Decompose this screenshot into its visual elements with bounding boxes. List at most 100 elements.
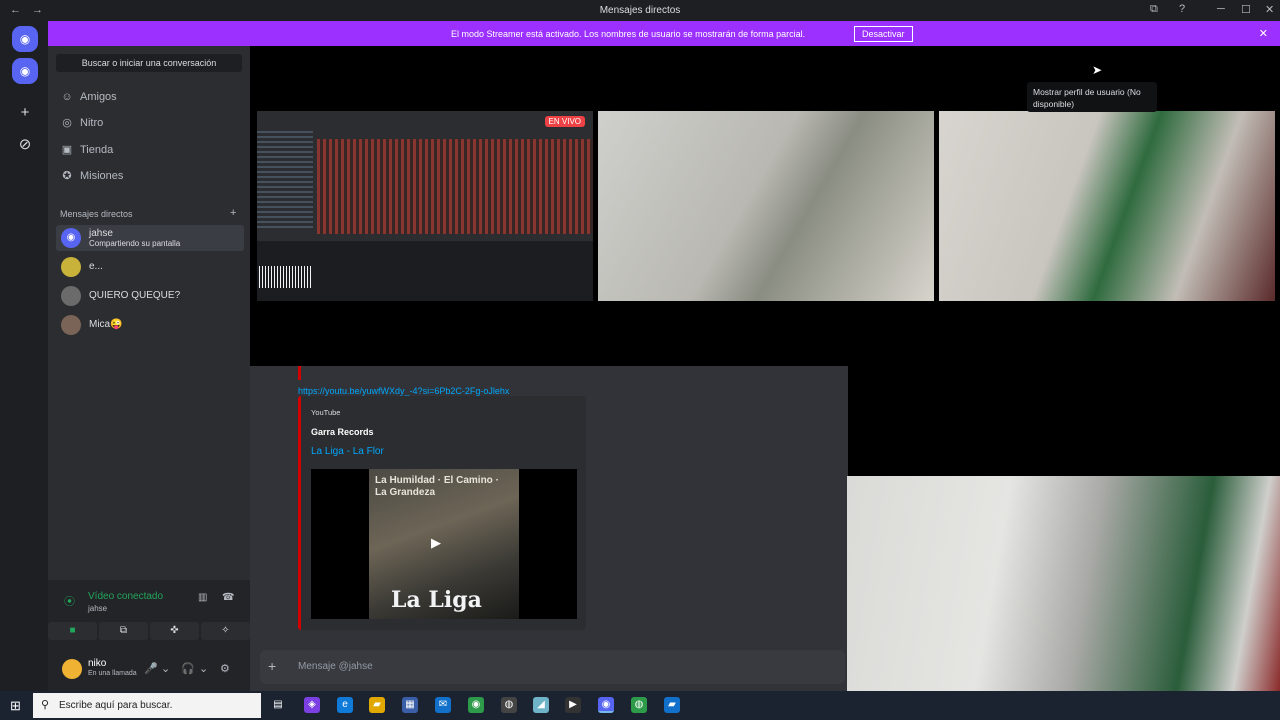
maximize-icon[interactable]: ☐ [1241, 3, 1251, 16]
youtube-embed: YouTube Garra Records La Liga - La Flor … [298, 396, 586, 630]
cover-title: La Liga [391, 587, 482, 613]
mouse-cursor-icon: ➤ [1092, 63, 1103, 77]
banner-message: El modo Streamer está activado. Los nomb… [451, 29, 806, 39]
chat-area: https://youtu.be/yuwfWXdy_-4?si=6Pb2C-2F… [250, 366, 848, 691]
dm-name: e... [89, 261, 103, 272]
avatar [61, 286, 81, 306]
conversation-search-button[interactable]: Buscar o iniciar una conversación [56, 54, 242, 72]
microphone-icon[interactable]: 🎤 [144, 662, 158, 675]
activities-button[interactable]: ✜ [150, 622, 199, 640]
headphones-icon[interactable]: 🎧 [181, 662, 195, 675]
nav-quests-label: Misiones [80, 170, 124, 182]
windows-taskbar: ⊞ ⚲ Escribe aquí para buscar. ▤ ◈ e ▰ ▦ … [0, 691, 1280, 720]
dm-item[interactable]: Mica😜 [56, 312, 244, 338]
camera-button[interactable]: ■ [48, 622, 97, 640]
discord-server-icon[interactable]: ◉ [12, 58, 38, 84]
store-icon[interactable]: ▦ [402, 697, 418, 713]
video-tile[interactable] [939, 111, 1275, 301]
dm-item-jahse[interactable]: ◉ jahse Compartiendo su pantalla [56, 225, 244, 251]
obs-icon[interactable]: ◍ [501, 697, 517, 713]
dm-item[interactable]: QUIERO QUEQUE? [56, 283, 244, 309]
task-view-icon[interactable]: ▤ [270, 697, 286, 713]
message-input[interactable]: Mensaje @jahse [298, 661, 373, 672]
friends-icon: ☺ [61, 91, 73, 103]
voice-panel: ⦿ Vídeo conectado jahse ▥ ☎ ■ ⧉ ✜ ✧ [48, 580, 250, 646]
daw-step-grid [317, 139, 593, 234]
avatar [61, 315, 81, 335]
chrome-icon[interactable]: ◉ [468, 697, 484, 713]
noise-suppression-icon[interactable]: ▥ [198, 592, 207, 603]
live-badge: EN VIVO [544, 116, 585, 127]
discord-home-icon[interactable]: ◉ [12, 26, 38, 52]
webcam-popout[interactable] [847, 476, 1280, 691]
dm-name: jahse [89, 228, 113, 239]
banner-close-icon[interactable]: ✕ [1259, 27, 1268, 40]
screen-share-tile[interactable]: EN VIVO [257, 111, 593, 301]
dm-status: Compartiendo su pantalla [89, 239, 181, 248]
create-dm-icon[interactable]: + [230, 207, 236, 219]
app-icon[interactable]: ▰ [664, 697, 680, 713]
nitro-icon: ◎ [62, 117, 72, 129]
streamer-mode-banner: El modo Streamer está activado. Los nomb… [48, 21, 1280, 46]
nav-quests[interactable]: ✪ Misiones [60, 166, 123, 186]
media-player-icon[interactable]: ▶ [565, 697, 581, 713]
deactivate-button[interactable]: Desactivar [854, 26, 913, 42]
nav-shop-label: Tienda [80, 144, 114, 156]
chevron-down-icon[interactable]: ⌄ [199, 662, 208, 675]
close-icon[interactable]: ✕ [1265, 3, 1274, 16]
discord-icon[interactable]: ◉ [598, 697, 614, 713]
app-icon[interactable]: ◢ [533, 697, 549, 713]
copilot-icon[interactable]: ◈ [304, 697, 320, 713]
explore-icon[interactable]: ⊘ [12, 132, 38, 158]
message-composer[interactable]: + Mensaje @jahse [260, 650, 845, 684]
nav-friends[interactable]: ☺ Amigos [60, 87, 117, 107]
previous-embed-edge [298, 366, 586, 380]
soundboard-button[interactable]: ✧ [201, 622, 250, 640]
title-bar: ← → Mensajes directos ⧉ ? ─ ☐ ✕ [0, 0, 1280, 21]
user-status: En una llamada [88, 670, 137, 677]
file-explorer-icon[interactable]: ▰ [369, 697, 385, 713]
daw-channel-rack [257, 131, 313, 231]
play-icon[interactable]: ▶ [431, 535, 441, 551]
mail-icon[interactable]: ✉ [435, 697, 451, 713]
album-cover: La Humildad · El Camino · La Grandeza ▶ … [369, 469, 519, 619]
disconnect-icon[interactable]: ☎ [222, 592, 234, 603]
dm-header: Mensajes directos [60, 209, 133, 219]
nav-shop[interactable]: ▣ Tienda [60, 140, 113, 160]
nav-friends-label: Amigos [80, 91, 117, 103]
chevron-down-icon[interactable]: ⌄ [161, 662, 170, 675]
embed-author[interactable]: Garra Records [311, 427, 374, 437]
avatar: ◉ [61, 228, 81, 248]
chrome-icon[interactable]: ◍ [631, 697, 647, 713]
settings-icon[interactable]: ⚙ [220, 662, 230, 675]
dm-name: Mica😜 [89, 319, 123, 330]
voice-status[interactable]: Vídeo conectado [88, 591, 163, 602]
windows-start-icon[interactable]: ⊞ [10, 698, 21, 714]
dm-sidebar: Buscar o iniciar una conversación ☺ Amigo… [48, 46, 250, 691]
minimize-icon[interactable]: ─ [1217, 3, 1225, 15]
add-server-icon[interactable]: + [12, 100, 38, 126]
embed-provider: YouTube [311, 408, 341, 417]
embed-video[interactable]: La Humildad · El Camino · La Grandeza ▶ … [311, 469, 577, 619]
screen-share-button[interactable]: ⧉ [99, 622, 148, 640]
inbox-icon[interactable]: ⧉ [1150, 3, 1158, 16]
waveform-icon [259, 266, 311, 288]
profile-tooltip: Mostrar perfil de usuario (No disponible… [1027, 82, 1157, 112]
taskbar-search-placeholder: Escribe aquí para buscar. [59, 700, 173, 711]
attach-plus-icon[interactable]: + [268, 658, 276, 674]
edge-icon[interactable]: e [337, 697, 353, 713]
shop-icon: ▣ [61, 144, 73, 156]
nav-nitro[interactable]: ◎ Nitro [60, 113, 103, 133]
help-icon[interactable]: ? [1179, 3, 1185, 15]
user-panel: niko En una llamada 🎤 ⌄ 🎧 ⌄ ⚙ [48, 646, 250, 691]
video-tile[interactable] [598, 111, 934, 301]
avatar[interactable] [62, 659, 82, 679]
embed-title[interactable]: La Liga - La Flor [311, 446, 384, 457]
dm-item[interactable]: e... [56, 254, 244, 280]
window-title: Mensajes directos [599, 5, 681, 16]
taskbar-search[interactable]: ⚲ Escribe aquí para buscar. [33, 693, 261, 718]
message-link[interactable]: https://youtu.be/yuwfWXdy_-4?si=6Pb2C-2F… [298, 386, 509, 396]
quests-icon: ✪ [62, 170, 72, 182]
avatar [61, 257, 81, 277]
user-name: niko [88, 658, 107, 669]
